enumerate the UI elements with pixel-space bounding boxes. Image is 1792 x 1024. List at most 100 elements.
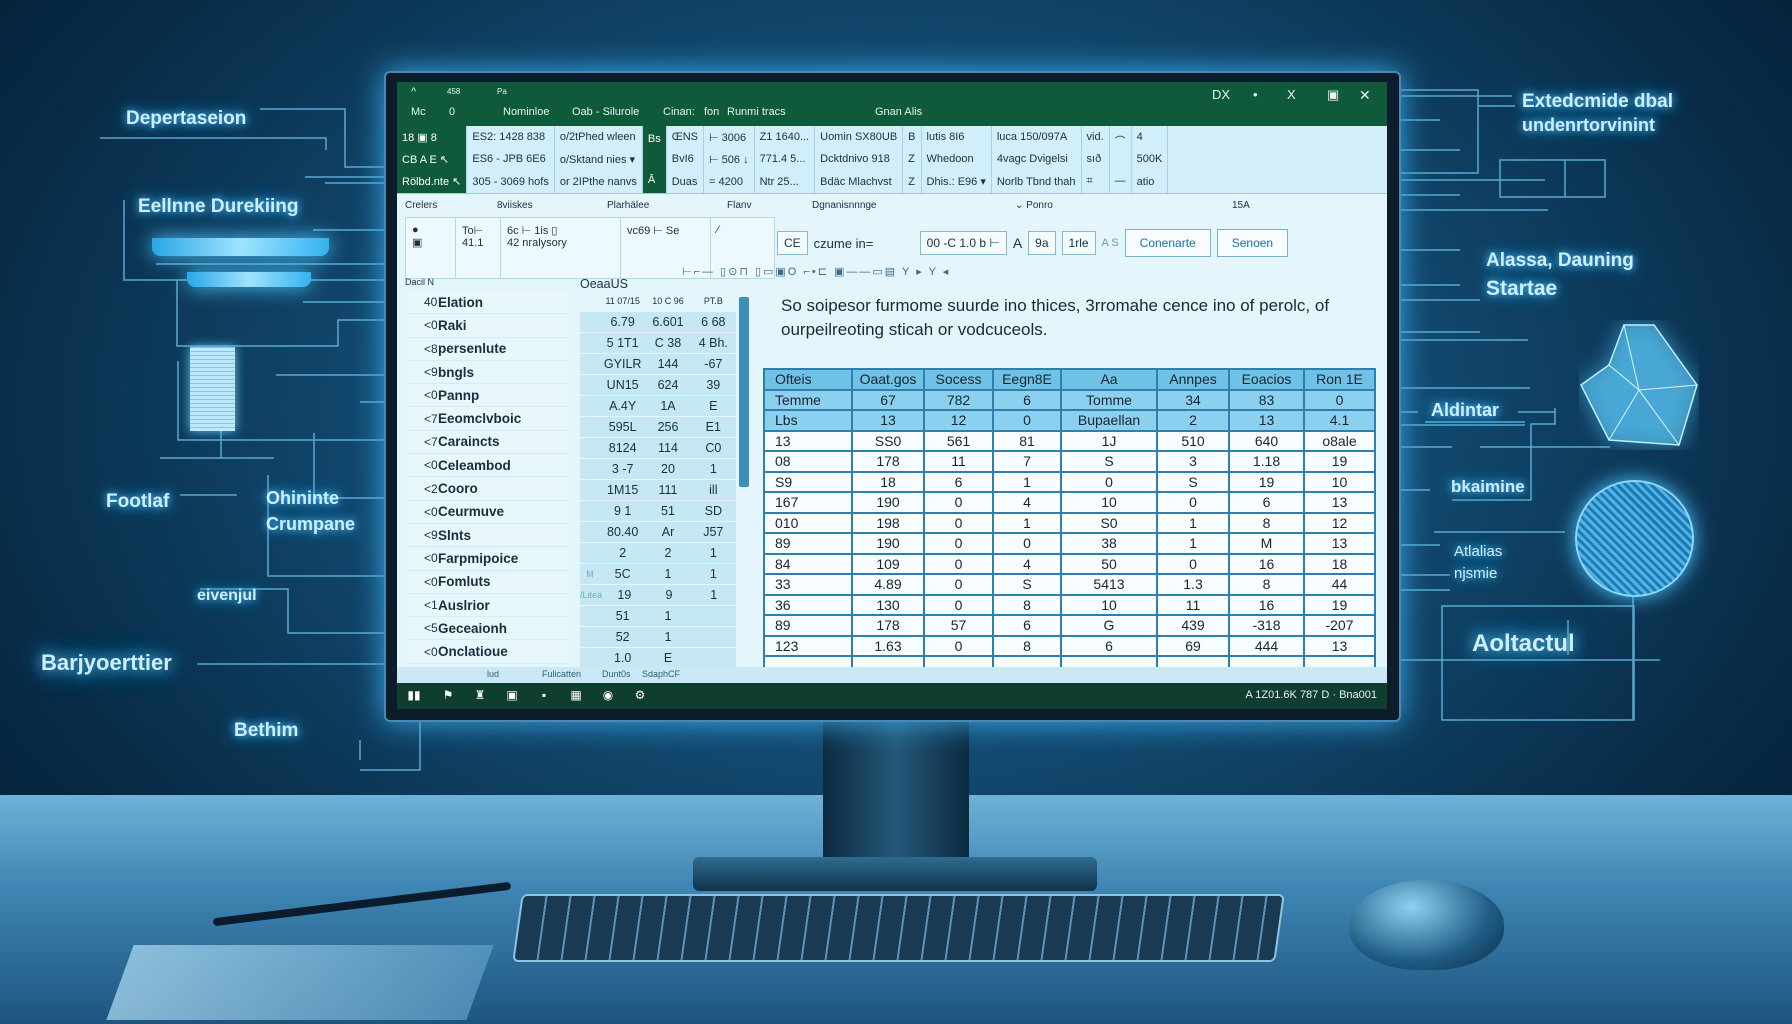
table-cell[interactable]: 4 xyxy=(992,552,1062,575)
panel-row[interactable]: M 5C 1 1 xyxy=(580,564,736,585)
table-cell[interactable]: 6 xyxy=(1060,634,1158,657)
table-cell[interactable]: 0 xyxy=(923,634,994,657)
settings-icon[interactable]: ⚙ xyxy=(633,688,647,702)
table-row[interactable]: 33 4.89 0 S 5413 1.3 8 44 xyxy=(763,573,1376,596)
panel-row[interactable]: 595L 256 E1 xyxy=(580,417,736,438)
ribbon-command[interactable]: Bs xyxy=(648,133,661,145)
menu-item[interactable]: Runmi tracs xyxy=(727,106,786,118)
list-item[interactable]: <7 Caraincts xyxy=(408,431,568,455)
table-row[interactable]: Temme 67 782 6 Tomme 34 83 0 xyxy=(763,388,1376,411)
start-icon[interactable]: ▮▮ xyxy=(407,688,421,702)
table-cell[interactable]: 6 xyxy=(1228,491,1305,514)
column-header[interactable]: Eegn8E xyxy=(992,368,1062,391)
panel-row[interactable]: 2 2 1 xyxy=(580,543,736,564)
table-cell[interactable]: 10 xyxy=(1060,593,1158,616)
table-cell[interactable]: 19 xyxy=(1228,470,1305,493)
minimize-button[interactable]: X xyxy=(1287,87,1296,102)
column-header[interactable]: Annpes xyxy=(1156,368,1230,391)
table-cell[interactable]: 6 xyxy=(923,470,994,493)
formula-input[interactable]: 00 -C 1.0 b ⊢ xyxy=(919,231,1007,255)
column-header[interactable]: Ofteis xyxy=(763,368,853,391)
ribbon-command[interactable]: Z xyxy=(908,176,915,188)
ribbon-command[interactable]: ⌒ xyxy=(1115,133,1126,149)
ribbon-command[interactable]: Z1 1640... xyxy=(760,131,810,143)
title-item[interactable]: Mc xyxy=(411,106,426,118)
panel-row[interactable]: A.4Y 1A E xyxy=(580,396,736,417)
ribbon-command[interactable]: BvI6 xyxy=(672,153,698,165)
table-cell[interactable]: 1.18 xyxy=(1228,450,1305,473)
ribbon-command[interactable]: or 2IPthe nanvs xyxy=(560,176,637,188)
window-icon[interactable]: ▣ xyxy=(505,688,519,702)
list-item[interactable]: <0 Pannp xyxy=(408,384,568,408)
menu-item[interactable]: Cinan: xyxy=(663,106,695,118)
title-item[interactable]: 0 xyxy=(449,106,455,118)
table-cell[interactable]: 444 xyxy=(1228,634,1305,657)
table-row[interactable]: 08 178 11 7 S 3 1.18 19 xyxy=(763,450,1376,473)
table-cell[interactable]: 89 xyxy=(763,532,853,555)
ribbon-command[interactable]: lutis 8I6 xyxy=(927,131,986,143)
table-cell[interactable]: 0 xyxy=(1156,552,1230,575)
table-cell[interactable]: Bupaellan xyxy=(1060,409,1158,432)
table-row[interactable]: S9 18 6 1 0 S 19 10 xyxy=(763,470,1376,493)
ribbon-command[interactable]: ŒNS xyxy=(672,131,698,143)
ribbon-command[interactable]: ⌗ xyxy=(1087,175,1104,188)
table-cell[interactable]: 1.63 xyxy=(851,634,925,657)
app-icon[interactable]: ♜ xyxy=(473,688,487,702)
table-cell[interactable]: S0 xyxy=(1060,511,1158,534)
ribbon-group[interactable]: To⊢ 41.1 xyxy=(456,218,501,278)
table-cell[interactable]: 36 xyxy=(763,593,853,616)
panel-row[interactable]: UN15 624 39 xyxy=(580,375,736,396)
table-cell[interactable]: 198 xyxy=(851,511,925,534)
ribbon-command[interactable]: 4vagc Dvigelsi xyxy=(997,153,1076,165)
table-cell[interactable]: 0 xyxy=(923,491,994,514)
table-cell[interactable]: 3 xyxy=(1156,450,1230,473)
table-cell[interactable]: 190 xyxy=(851,532,925,555)
ribbon-command[interactable]: ⊢ 506 ↓ xyxy=(709,153,749,166)
table-cell[interactable]: 33 xyxy=(763,573,853,596)
table-cell[interactable]: 10 xyxy=(1060,491,1158,514)
list-item[interactable]: <0 Raki xyxy=(408,314,568,338)
ribbon-command[interactable]: Rölbd.nte ↖ xyxy=(402,175,461,188)
table-cell[interactable]: 1 xyxy=(1156,532,1230,555)
panel-row[interactable]: 5 1T1 C 38 4 Bh. xyxy=(580,333,736,354)
table-cell[interactable]: 8 xyxy=(992,634,1062,657)
table-row[interactable]: 13 SS0 561 81 1J 510 640 o8ale xyxy=(763,429,1376,452)
ribbon-command[interactable]: sıð xyxy=(1087,153,1104,165)
table-cell[interactable]: 6 xyxy=(992,614,1062,637)
table-cell[interactable]: 4 xyxy=(992,491,1062,514)
table-cell[interactable]: 510 xyxy=(1156,429,1230,452)
table-cell[interactable]: 0 xyxy=(992,409,1062,432)
table-cell[interactable]: 7 xyxy=(992,450,1062,473)
list-item[interactable]: <0 Onclatioue xyxy=(408,640,568,664)
list-item[interactable]: <8 persenlute xyxy=(408,338,568,361)
panel-row[interactable]: GYILR 144 -67 xyxy=(580,354,736,375)
table-row[interactable]: 84 109 0 4 50 0 16 18 xyxy=(763,552,1376,575)
table-cell[interactable]: S xyxy=(992,573,1062,596)
list-item[interactable]: <9 bngls xyxy=(408,361,568,385)
table-cell[interactable]: 6 xyxy=(992,388,1062,411)
ribbon-command[interactable]: Ā xyxy=(648,174,661,186)
table-cell[interactable]: 0 xyxy=(923,532,994,555)
table-cell[interactable]: 11 xyxy=(923,450,994,473)
table-cell[interactable]: 0 xyxy=(992,532,1062,555)
vertical-scrollbar[interactable] xyxy=(739,297,749,487)
column-header[interactable]: Socess xyxy=(923,368,994,391)
ribbon-command[interactable]: 4 xyxy=(1137,131,1163,143)
ribbon-command[interactable]: Ntr 25... xyxy=(760,176,810,188)
close-button[interactable]: ✕ xyxy=(1359,87,1371,104)
send-button[interactable]: Senoen xyxy=(1216,229,1289,257)
panel-row[interactable]: 8124 114 C0 xyxy=(580,438,736,459)
table-row[interactable]: 123 1.63 0 8 6 69 444 13 xyxy=(763,634,1376,657)
list-item[interactable]: <0 Ceurmuve xyxy=(408,501,568,524)
header-row[interactable]: Ofteis Oaat.gos Socess Eegn8E Aa Annpes Eoacio… xyxy=(763,368,1376,391)
table-cell[interactable]: 34 xyxy=(1156,388,1230,411)
list-item[interactable]: <0 Celeambod xyxy=(408,454,568,478)
table-cell[interactable]: Temme xyxy=(763,388,853,411)
table-cell[interactable]: 8 xyxy=(992,593,1062,616)
panel-row[interactable]: 51 1 xyxy=(580,606,736,627)
name-box[interactable]: CE xyxy=(777,231,808,255)
menu-item[interactable]: Oab - Silurole xyxy=(572,106,639,118)
table-cell[interactable]: 13 xyxy=(763,429,853,452)
ribbon-command[interactable]: Dhis.: E96 ▾ xyxy=(927,175,986,188)
table-cell[interactable]: -207 xyxy=(1303,614,1376,637)
